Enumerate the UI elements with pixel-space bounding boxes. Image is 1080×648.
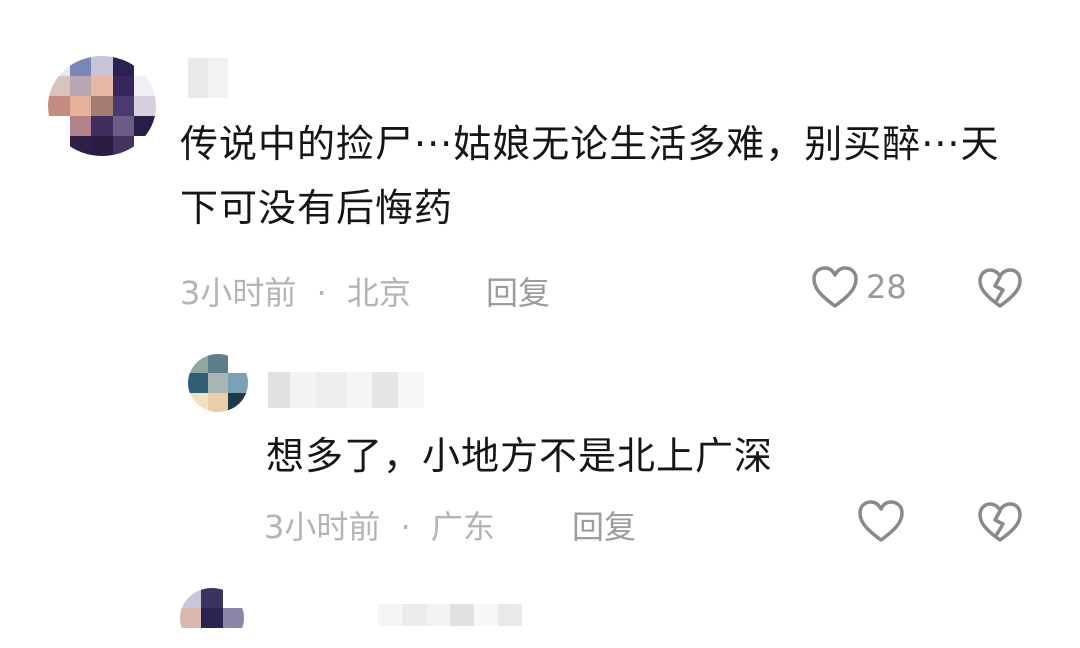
comment-meta: 3小时前 · 广东 bbox=[264, 502, 495, 548]
avatar[interactable] bbox=[180, 588, 244, 648]
comment-text: 想多了，小地方不是北上广深 bbox=[266, 434, 774, 478]
broken-heart-icon[interactable] bbox=[976, 500, 1024, 544]
comment-location: 广东 bbox=[430, 508, 495, 546]
heart-outline-icon[interactable] bbox=[810, 264, 860, 310]
like-count: 28 bbox=[866, 268, 907, 306]
comment-text: 传说中的捡尸···姑娘无论生活多难，别买醉···天下可没有后悔药 bbox=[180, 122, 1000, 230]
comment-meta: 3小时前 · 北京 bbox=[180, 268, 411, 314]
reply-button[interactable]: 回复 bbox=[572, 502, 636, 548]
reply-button[interactable]: 回复 bbox=[486, 268, 550, 314]
username[interactable] bbox=[378, 604, 522, 626]
heart-outline-icon[interactable] bbox=[856, 498, 906, 544]
meta-separator: · bbox=[316, 274, 327, 312]
avatar[interactable] bbox=[48, 56, 156, 156]
broken-heart-icon[interactable] bbox=[976, 266, 1024, 310]
username[interactable] bbox=[268, 372, 424, 408]
comment-location: 北京 bbox=[346, 274, 411, 312]
comment-time: 3小时前 bbox=[264, 508, 381, 546]
avatar[interactable] bbox=[188, 354, 248, 412]
meta-separator: · bbox=[400, 508, 411, 546]
username[interactable] bbox=[188, 58, 228, 98]
comment-time: 3小时前 bbox=[180, 274, 297, 312]
